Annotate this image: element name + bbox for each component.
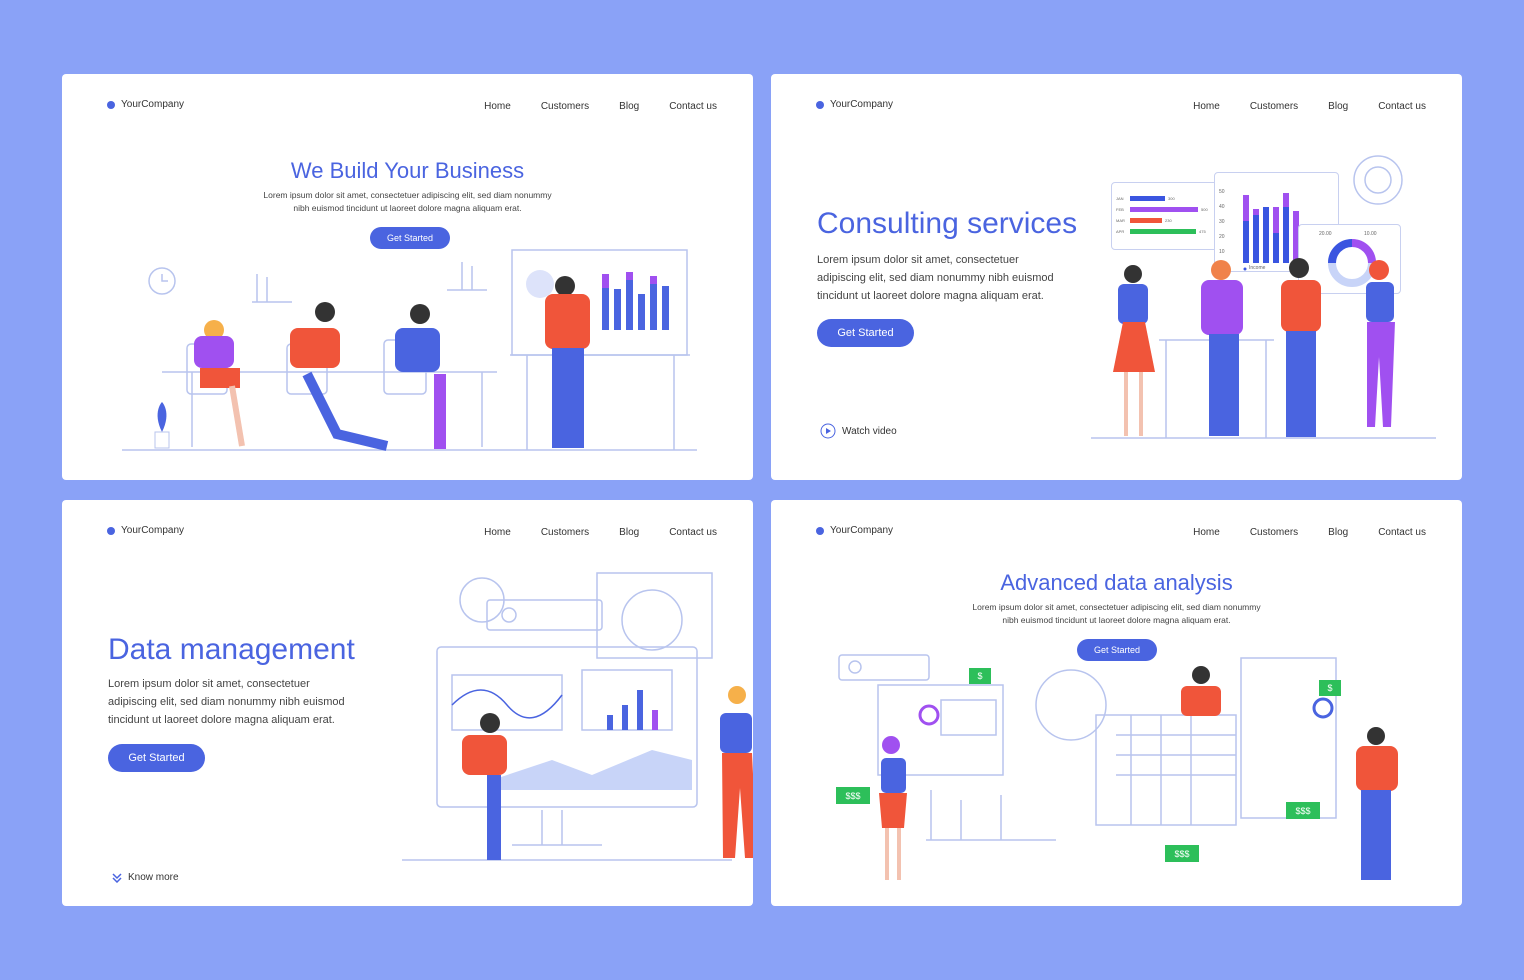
person-man-chair [395,304,446,449]
logo[interactable]: YourCompany [107,525,184,536]
landing-card-data-analysis: YourCompany Home Customers Blog Contact … [771,500,1462,906]
logo-text: YourCompany [121,525,185,536]
get-started-button[interactable]: Get Started [108,744,205,772]
person-woman-sitting [1181,666,1221,716]
person-man-purple [1201,260,1243,436]
landing-card-business: YourCompany Home Customers Blog Contact … [62,74,753,480]
nav-contact[interactable]: Contact us [1378,101,1426,112]
person-man-laptop [290,302,389,451]
logo-text: YourCompany [830,99,894,110]
hero-title: We Build Your Business [290,158,525,183]
nav-home[interactable]: Home [484,101,511,112]
consulting-team-illustration [1091,155,1436,439]
logo[interactable]: YourCompany [816,99,893,110]
logo[interactable]: YourCompany [107,99,184,110]
nav-customers[interactable]: Customers [541,527,589,538]
logo-dot-icon [107,526,115,535]
nav-customers[interactable]: Customers [1250,527,1298,538]
logo-dot-icon [816,100,824,109]
svg-text:$$$: $$$ [1295,806,1310,816]
nav-home[interactable]: Home [1193,527,1220,538]
person-woman-laptop [194,320,245,447]
hero-title: Advanced data analysis [1000,570,1233,595]
data-dashboard-illustration [402,572,753,861]
logo-text: YourCompany [121,99,185,110]
svg-text:$$$: $$$ [1174,849,1189,859]
watch-video-link[interactable]: Watch video [820,423,897,439]
landing-card-consulting: YourCompany Home Customers Blog Contact … [771,74,1462,480]
person-presenter [545,276,590,448]
money-tags: $ $$$ $$$ $$$ $ [836,668,1341,862]
hero-text: Lorem ipsum dolor sit amet, consectetuer… [108,678,345,726]
svg-text:$: $ [1327,683,1332,693]
nav-customers[interactable]: Customers [541,101,589,112]
logo-text: YourCompany [830,525,894,536]
nav-blog[interactable]: Blog [619,101,639,112]
plant-icon [154,402,170,449]
nav-contact[interactable]: Contact us [669,101,717,112]
get-started-button[interactable]: Get Started [817,319,914,347]
nav-home[interactable]: Home [484,527,511,538]
hero-title: Consulting services [817,207,1078,240]
top-nav: Home Customers Blog Contact us [1193,527,1426,538]
double-chevron-down-icon [112,872,122,883]
nav-blog[interactable]: Blog [1328,101,1348,112]
nav-blog[interactable]: Blog [1328,527,1348,538]
hero-title: Data management [108,633,355,666]
hero-text: Lorem ipsum dolor sit amet, consectetuer… [263,190,552,213]
top-nav: Home Customers Blog Contact us [484,101,717,112]
logo-dot-icon [107,100,115,109]
person-man-desk [462,713,507,860]
nav-contact[interactable]: Contact us [669,527,717,538]
nav-contact[interactable]: Contact us [1378,527,1426,538]
logo-dot-icon [816,526,824,535]
play-icon [820,423,836,439]
landing-card-data-management: YourCompany Home Customers Blog Contact … [62,500,753,906]
nav-blog[interactable]: Blog [619,527,639,538]
know-more-link[interactable]: Know more [112,872,179,883]
hero-text: Lorem ipsum dolor sit amet, consectetuer… [972,602,1261,625]
person-man-magnifier [1312,697,1398,880]
top-nav: Home Customers Blog Contact us [484,527,717,538]
nav-home[interactable]: Home [1193,101,1220,112]
data-analysis-illustration: $ $$$ $$$ $$$ $ [836,654,1398,880]
hero-text: Lorem ipsum dolor sit amet, consectetuer… [817,254,1054,302]
logo[interactable]: YourCompany [816,525,893,536]
person-woman-red-dress [1113,265,1155,436]
top-nav: Home Customers Blog Contact us [1193,101,1426,112]
svg-text:$: $ [977,671,982,681]
gear-icon [1364,166,1392,194]
office-team-illustration [122,249,697,451]
person-woman-purple-pants [1366,260,1395,427]
svg-text:$$$: $$$ [845,791,860,801]
person-woman-magnifier [879,704,940,880]
person-man-orange [1281,258,1321,437]
person-woman-standing [720,686,753,858]
nav-customers[interactable]: Customers [1250,101,1298,112]
